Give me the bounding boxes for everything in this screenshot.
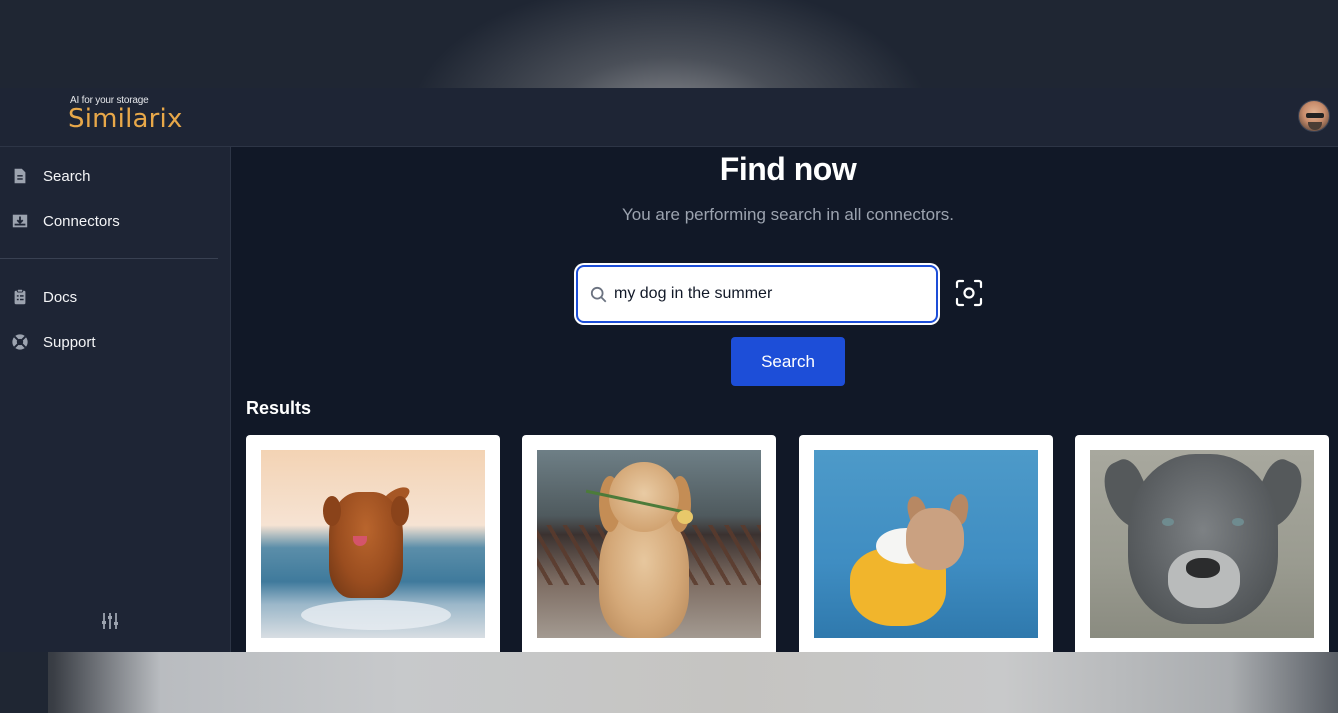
- inbox-download-icon: [12, 214, 28, 228]
- result-card[interactable]: [799, 435, 1053, 665]
- dog-eye: [1162, 518, 1174, 526]
- dog-eye: [1232, 518, 1244, 526]
- image-search-icon[interactable]: [955, 279, 983, 307]
- sidebar-item-label: Connectors: [43, 213, 120, 230]
- result-image: [1090, 450, 1314, 638]
- sidebar-item-search[interactable]: Search: [0, 161, 230, 191]
- lifebuoy-icon: [12, 334, 28, 350]
- result-card[interactable]: [522, 435, 776, 665]
- logo[interactable]: Similarix: [68, 104, 183, 134]
- background-bottom-corner: [0, 652, 48, 713]
- dog-nose: [1186, 558, 1220, 578]
- sliders-icon[interactable]: [100, 611, 120, 631]
- avatar-beard: [1308, 122, 1322, 130]
- sidebar-item-docs[interactable]: Docs: [0, 282, 230, 312]
- sidebar-item-label: Search: [43, 168, 91, 185]
- user-avatar[interactable]: [1298, 100, 1330, 132]
- page-title: Find now: [719, 151, 857, 187]
- result-card[interactable]: [1075, 435, 1329, 665]
- search-button[interactable]: Search: [731, 337, 845, 386]
- water-splash: [301, 600, 451, 630]
- page-subtitle: You are performing search in all connect…: [622, 205, 954, 224]
- sidebar-item-label: Support: [43, 334, 96, 351]
- clipboard-icon: [14, 288, 26, 305]
- main-content: Find now You are performing search in al…: [231, 147, 1338, 665]
- search-box[interactable]: [576, 265, 938, 323]
- dog-head: [906, 508, 964, 570]
- dog-ear: [323, 496, 341, 526]
- search-input[interactable]: [614, 279, 924, 309]
- app-window: AI for your storage Similarix Search Con…: [0, 88, 1338, 665]
- sidebar: Search Connectors Docs Support: [0, 147, 231, 652]
- sidebar-divider: [0, 258, 218, 259]
- background-top: [0, 0, 1338, 88]
- top-header: AI for your storage Similarix: [0, 88, 1338, 147]
- flower-bloom: [677, 510, 693, 524]
- results-heading: Results: [246, 398, 312, 418]
- sidebar-item-support[interactable]: Support: [0, 327, 230, 357]
- sidebar-item-connectors[interactable]: Connectors: [0, 206, 230, 236]
- result-image: [261, 450, 485, 638]
- sidebar-item-label: Docs: [43, 289, 78, 306]
- dog-ear: [391, 496, 409, 526]
- avatar-glasses: [1306, 113, 1324, 118]
- result-image: [537, 450, 761, 638]
- result-card[interactable]: [246, 435, 500, 665]
- document-icon: [14, 168, 26, 184]
- result-image: [814, 450, 1038, 638]
- background-bottom: [0, 652, 1338, 713]
- search-icon: [590, 286, 607, 303]
